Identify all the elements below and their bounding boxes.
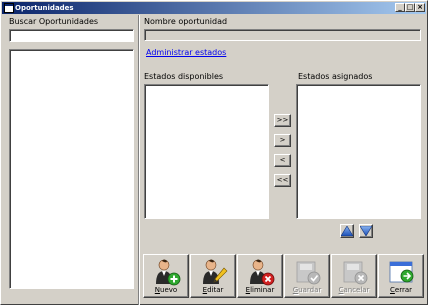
nuevo-label: Nuevo bbox=[154, 286, 178, 294]
arrow-up-icon bbox=[341, 226, 353, 236]
manage-states-link[interactable]: Administrar estados bbox=[146, 48, 226, 58]
cancelar-button[interactable]: Cancelar bbox=[331, 254, 377, 298]
add-one-button[interactable]: > bbox=[274, 134, 291, 147]
minimize-button[interactable]: _ bbox=[395, 3, 405, 12]
nuevo-button[interactable]: Nuevo bbox=[143, 254, 189, 298]
save-check-icon bbox=[296, 261, 321, 285]
arrow-down-icon bbox=[360, 226, 372, 236]
assigned-states-label: Estados asignados bbox=[298, 72, 373, 81]
editar-label: Editar bbox=[202, 286, 224, 294]
title-bar[interactable]: Oportunidades _ □ × bbox=[2, 2, 426, 14]
remove-all-button[interactable]: << bbox=[274, 174, 291, 187]
available-states-list[interactable] bbox=[144, 84, 269, 219]
add-all-button[interactable]: >> bbox=[274, 114, 291, 127]
window-title: Oportunidades bbox=[15, 4, 74, 12]
available-states-label: Estados disponibles bbox=[144, 72, 224, 81]
eliminar-button[interactable]: Eliminar bbox=[237, 254, 283, 298]
cancelar-label: Cancelar bbox=[338, 286, 370, 294]
guardar-button[interactable]: Guardar bbox=[284, 254, 330, 298]
cerrar-button[interactable]: Cerrar bbox=[378, 254, 424, 298]
assigned-states-list[interactable] bbox=[296, 84, 421, 219]
app-icon bbox=[4, 3, 14, 13]
guardar-label: Guardar bbox=[292, 286, 322, 294]
panel-divider bbox=[138, 15, 140, 305]
name-field[interactable] bbox=[144, 29, 421, 41]
cancel-x-icon bbox=[343, 261, 368, 285]
move-down-button[interactable] bbox=[359, 224, 373, 238]
user-add-icon bbox=[156, 259, 181, 286]
search-label: Buscar Oportunidades bbox=[9, 17, 99, 26]
user-delete-icon bbox=[250, 259, 275, 286]
cerrar-label: Cerrar bbox=[390, 286, 412, 294]
name-label: Nombre oportunidad bbox=[144, 17, 228, 26]
search-input[interactable] bbox=[9, 29, 134, 42]
move-up-button[interactable] bbox=[340, 224, 354, 238]
main-window: Oportunidades _ □ × Buscar Oportunidades… bbox=[0, 0, 428, 305]
close-button[interactable]: × bbox=[415, 3, 425, 12]
maximize-button[interactable]: □ bbox=[405, 3, 415, 12]
remove-one-button[interactable]: < bbox=[274, 154, 291, 167]
editar-button[interactable]: Editar bbox=[190, 254, 236, 298]
opportunities-list[interactable] bbox=[9, 49, 134, 289]
user-edit-icon bbox=[203, 259, 228, 284]
eliminar-label: Eliminar bbox=[245, 286, 275, 294]
window-exit-icon bbox=[389, 261, 414, 283]
